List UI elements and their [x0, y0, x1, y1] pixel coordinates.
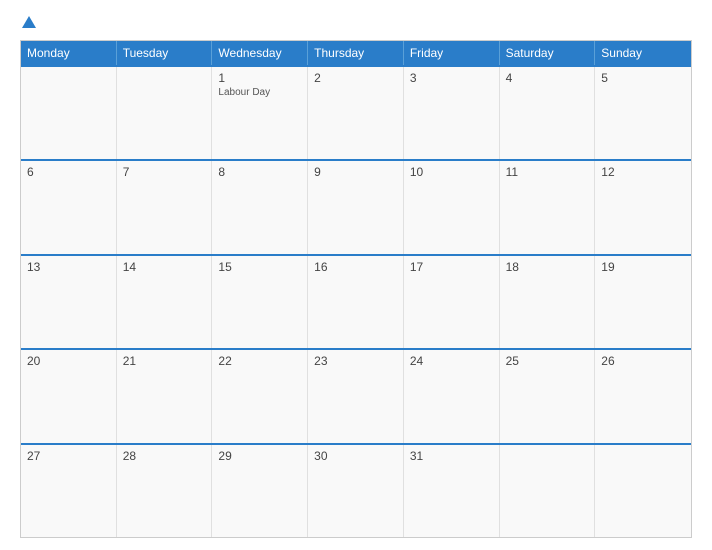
logo: [20, 16, 36, 30]
cal-cell: 13: [21, 256, 117, 348]
day-number: 30: [314, 449, 397, 463]
cal-cell: 25: [500, 350, 596, 442]
day-number: 29: [218, 449, 301, 463]
day-number: 28: [123, 449, 206, 463]
day-number: 15: [218, 260, 301, 274]
header-day-monday: Monday: [21, 41, 117, 65]
day-number: 18: [506, 260, 589, 274]
cal-cell: 5: [595, 67, 691, 159]
day-number: 26: [601, 354, 685, 368]
cal-cell: 18: [500, 256, 596, 348]
day-number: 25: [506, 354, 589, 368]
cal-cell: 4: [500, 67, 596, 159]
cal-cell: 1 Labour Day: [212, 67, 308, 159]
day-number: 8: [218, 165, 301, 179]
day-number: 14: [123, 260, 206, 274]
header: [20, 16, 692, 30]
day-number: 4: [506, 71, 589, 85]
week-row-2: 6789 10 11 12: [21, 159, 691, 253]
header-day-thursday: Thursday: [308, 41, 404, 65]
cal-cell: [21, 67, 117, 159]
cal-cell: [595, 445, 691, 537]
cal-cell: 6: [21, 161, 117, 253]
week-row-5: 27 28 29 30 31: [21, 443, 691, 537]
cal-cell: 26: [595, 350, 691, 442]
day-number: 12: [601, 165, 685, 179]
header-day-wednesday: Wednesday: [212, 41, 308, 65]
cal-cell: 12: [595, 161, 691, 253]
cal-cell: 3: [404, 67, 500, 159]
cal-cell: 8: [212, 161, 308, 253]
calendar: MondayTuesdayWednesdayThursdayFridaySatu…: [20, 40, 692, 538]
day-number: 20: [27, 354, 110, 368]
cal-cell: 23: [308, 350, 404, 442]
day-number: 22: [218, 354, 301, 368]
cal-cell: 14: [117, 256, 213, 348]
cal-cell: 21: [117, 350, 213, 442]
week-row-4: 20 21 22 23 24 25 26: [21, 348, 691, 442]
cal-cell: 31: [404, 445, 500, 537]
header-day-sunday: Sunday: [595, 41, 691, 65]
page: MondayTuesdayWednesdayThursdayFridaySatu…: [0, 0, 712, 550]
cal-cell: 30: [308, 445, 404, 537]
header-day-tuesday: Tuesday: [117, 41, 213, 65]
day-number: 2: [314, 71, 397, 85]
header-day-saturday: Saturday: [500, 41, 596, 65]
day-number: 23: [314, 354, 397, 368]
day-number: 13: [27, 260, 110, 274]
day-number: 16: [314, 260, 397, 274]
day-number: 6: [27, 165, 110, 179]
day-event: Labour Day: [218, 87, 301, 98]
logo-triangle-icon: [22, 16, 36, 28]
cal-cell: 2: [308, 67, 404, 159]
day-number: 5: [601, 71, 685, 85]
day-number: 21: [123, 354, 206, 368]
day-number: 24: [410, 354, 493, 368]
calendar-body: 1Labour Day23456789101112131415161718192…: [21, 65, 691, 537]
cal-cell: 24: [404, 350, 500, 442]
calendar-header-row: MondayTuesdayWednesdayThursdayFridaySatu…: [21, 41, 691, 65]
day-number: 27: [27, 449, 110, 463]
cal-cell: [117, 67, 213, 159]
cal-cell: 27: [21, 445, 117, 537]
cal-cell: 15: [212, 256, 308, 348]
day-number: 3: [410, 71, 493, 85]
week-row-3: 13 14 15 16 17 18 19: [21, 254, 691, 348]
day-number: 10: [410, 165, 493, 179]
cal-cell: 17: [404, 256, 500, 348]
day-number: 17: [410, 260, 493, 274]
header-day-friday: Friday: [404, 41, 500, 65]
cal-cell: 10: [404, 161, 500, 253]
day-number: 11: [506, 165, 589, 179]
day-number: 31: [410, 449, 493, 463]
cal-cell: 9: [308, 161, 404, 253]
cal-cell: 11: [500, 161, 596, 253]
week-row-1: 1 Labour Day 2345: [21, 65, 691, 159]
cal-cell: 20: [21, 350, 117, 442]
day-number: 7: [123, 165, 206, 179]
cal-cell: [500, 445, 596, 537]
day-number: 9: [314, 165, 397, 179]
cal-cell: 22: [212, 350, 308, 442]
day-number: 19: [601, 260, 685, 274]
cal-cell: 7: [117, 161, 213, 253]
cal-cell: 28: [117, 445, 213, 537]
cal-cell: 29: [212, 445, 308, 537]
cal-cell: 16: [308, 256, 404, 348]
cal-cell: 19: [595, 256, 691, 348]
day-number: 1: [218, 71, 301, 85]
